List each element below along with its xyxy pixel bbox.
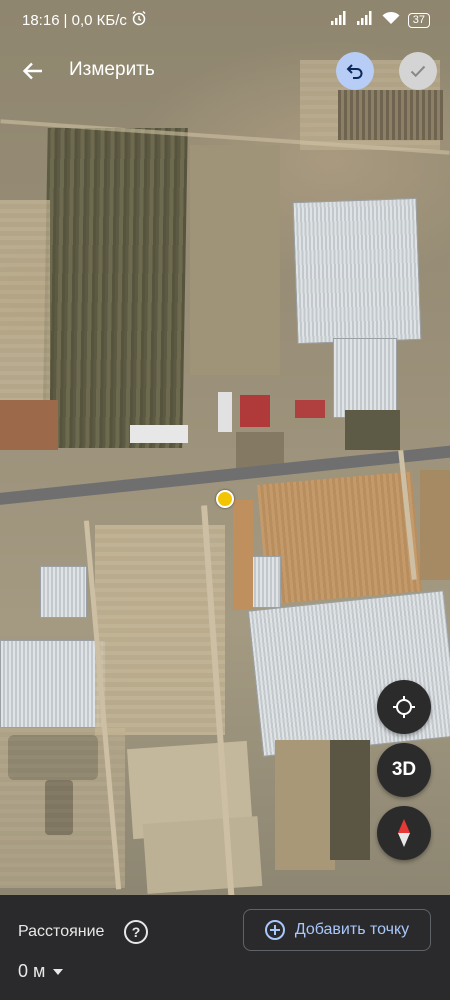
signal-icon: [330, 11, 348, 29]
farm-field: [330, 740, 370, 860]
alarm-icon: [131, 10, 147, 30]
status-time: 18:16: [22, 11, 60, 29]
farm-field: [0, 200, 50, 400]
farm-field: [42, 128, 188, 448]
add-point-button[interactable]: Добавить точку: [243, 909, 431, 951]
farm-field: [233, 500, 253, 610]
arrow-left-icon: [22, 62, 42, 80]
farm-field: [345, 410, 400, 450]
distance-label: Расстояние: [18, 923, 105, 940]
orchard: [338, 90, 443, 140]
3d-label: 3D: [391, 759, 417, 780]
page-title: Измерить: [69, 59, 155, 80]
help-circle-icon[interactable]: ?: [124, 920, 148, 944]
distance-unit-select[interactable]: 0 м: [18, 961, 64, 982]
my-location-icon: [393, 696, 415, 718]
building: [130, 425, 188, 443]
distance-value: 0 м: [18, 961, 46, 981]
greenhouse: [0, 640, 106, 728]
3d-button[interactable]: 3D: [377, 743, 431, 797]
plus-circle-icon: [264, 920, 285, 940]
app-bar: Измерить: [0, 48, 450, 94]
add-point-label: Добавить точку: [294, 921, 410, 938]
signal-icon: [356, 11, 374, 29]
check-icon: [410, 65, 426, 78]
undo-icon: [346, 64, 363, 79]
measure-point-pin[interactable]: [216, 490, 234, 508]
building: [218, 392, 232, 432]
caret-down-icon: [53, 968, 64, 975]
greenhouse: [292, 197, 422, 345]
farm-field: [142, 816, 263, 894]
farm-field: [420, 470, 450, 580]
my-location-button[interactable]: [377, 680, 431, 734]
building: [295, 400, 325, 418]
measure-panel: Расстояние ? 0 м Добавить точку: [0, 895, 450, 1000]
greenhouse: [247, 590, 450, 757]
compass-button[interactable]: [377, 806, 431, 860]
undo-button[interactable]: [336, 52, 374, 90]
farm-field: [275, 740, 335, 870]
building: [240, 395, 270, 427]
farm-field: [190, 145, 280, 375]
greenhouse: [333, 338, 397, 418]
wifi-icon: [382, 11, 400, 29]
greenhouse: [40, 566, 87, 618]
battery-icon: 37: [407, 12, 430, 28]
back-button[interactable]: [16, 54, 50, 88]
farm-field: [257, 471, 422, 605]
status-bar: 18:16 | 0,0 КБ/с 37: [0, 0, 450, 40]
farm-field: [0, 400, 58, 450]
compass-icon: [398, 819, 410, 847]
network-speed: | 0,0 КБ/с: [63, 11, 127, 29]
done-button[interactable]: [399, 52, 437, 90]
